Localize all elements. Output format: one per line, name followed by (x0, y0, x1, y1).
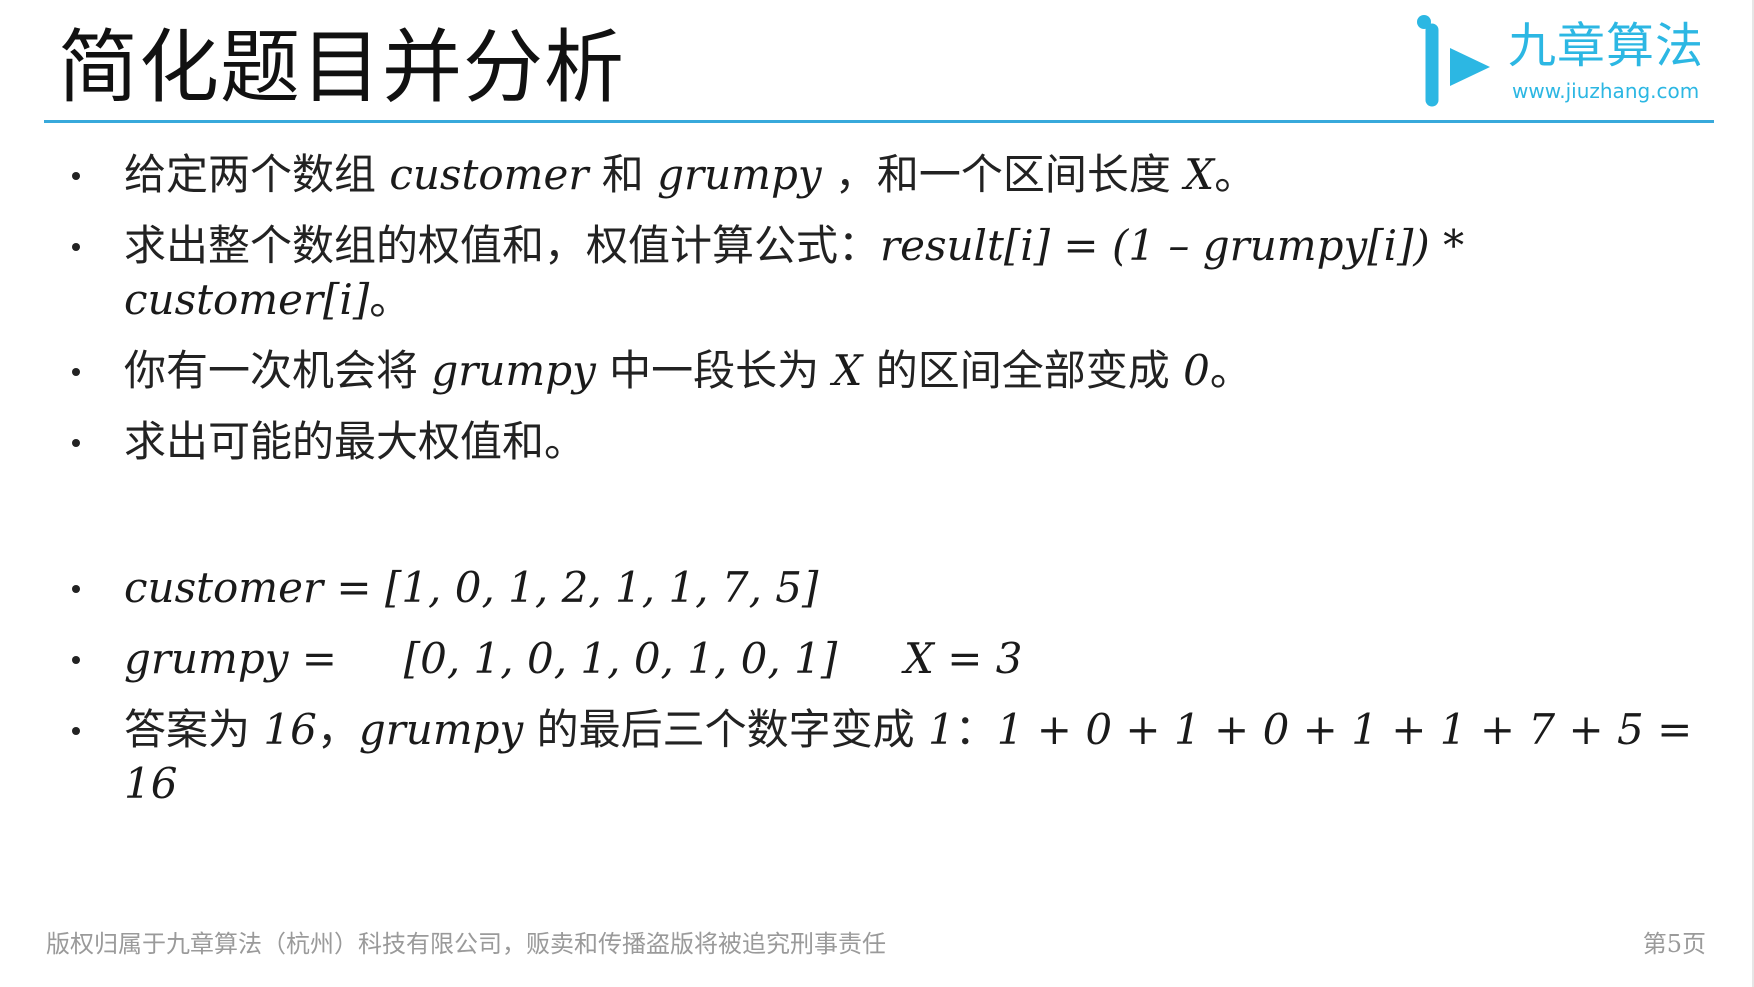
customer-array: customer = [1, 0, 1, 2, 1, 1, 7, 5] (124, 563, 819, 612)
copyright-footer: 版权归属于九章算法（杭州）科技有限公司，贩卖和传播盗版将被追究刑事责任 (46, 930, 886, 958)
bullet-text: 的区间全部变成 (862, 346, 1184, 395)
bullet-text: 求出整个数组的权值和，权值计算公式： (124, 221, 881, 270)
bullet-item: customer = [1, 0, 1, 2, 1, 1, 7, 5] (70, 561, 1710, 615)
bullet-item: grumpy = [0, 1, 0, 1, 0, 1, 0, 1] X = 3 (70, 632, 1710, 686)
bullet-item: 给定两个数组 customer 和 grumpy ，和一个区间长度 X。 (70, 148, 1710, 202)
bullet-dot (72, 727, 80, 735)
bullet-item: 求出可能的最大权值和。 (70, 415, 1710, 469)
bullet-list: 给定两个数组 customer 和 grumpy ，和一个区间长度 X。 求出整… (70, 148, 1710, 828)
code-term: 1 (927, 705, 955, 754)
bullet-text: 。 (1214, 150, 1257, 199)
bullet-item: 你有一次机会将 grumpy 中一段长为 X 的区间全部变成 0。 (70, 344, 1710, 398)
bullet-dot (72, 656, 80, 664)
bullet-dot (72, 585, 80, 593)
page-number: 第5页 (1642, 930, 1706, 958)
logo-brand-name: 九章算法 (1508, 18, 1705, 74)
bullet-text: 你有一次机会将 (124, 346, 432, 395)
bullet-text: 。 (369, 275, 412, 324)
bullet-item: 答案为 16，grumpy 的最后三个数字变成 1：1 + 0 + 1 + 0 … (70, 703, 1710, 811)
code-term: X (1184, 150, 1215, 199)
bullet-text: 答案为 (124, 705, 264, 754)
bullet-text: 中一段长为 (595, 346, 833, 395)
code-term: grumpy (358, 705, 524, 754)
bullet-dot (72, 243, 80, 251)
code-term: 0 (1183, 346, 1210, 395)
code-term: grumpy (657, 150, 822, 199)
slide-title: 简化题目并分析 (58, 21, 625, 114)
bullet-text: ，和一个区间长度 (821, 150, 1185, 199)
slide: 简化题目并分析 九章算法 www.jiuzhang.com 给定两个数组 cus… (0, 0, 1754, 987)
bullet-item: 求出整个数组的权值和，权值计算公式：result[i] = (1 – grump… (70, 219, 1710, 327)
bullet-text: ， (316, 705, 359, 754)
bullet-dot (72, 439, 80, 447)
code-term: customer (389, 150, 589, 199)
bullet-text: 。 (1209, 346, 1252, 395)
bullet-text: 和 (588, 150, 658, 199)
jiuzhang-logo: 九章算法 www.jiuzhang.com (1410, 12, 1730, 112)
bullet-text: 求出可能的最大权值和。 (124, 417, 587, 466)
bullet-dot (72, 172, 80, 180)
bullet-dot (72, 368, 80, 376)
bullet-text: 的最后三个数字变成 (523, 705, 928, 754)
logo-url: www.jiuzhang.com (1512, 79, 1700, 103)
title-divider (44, 120, 1714, 123)
code-term: grumpy (431, 346, 596, 395)
answer-value: 16 (263, 705, 317, 754)
jiuzhang-logo-icon (1417, 15, 1490, 107)
code-term: X (832, 346, 863, 395)
bullet-text: ： (954, 705, 997, 754)
bullet-text: 给定两个数组 (124, 150, 390, 199)
grumpy-array: grumpy = [0, 1, 0, 1, 0, 1, 0, 1] X = 3 (124, 634, 1023, 683)
